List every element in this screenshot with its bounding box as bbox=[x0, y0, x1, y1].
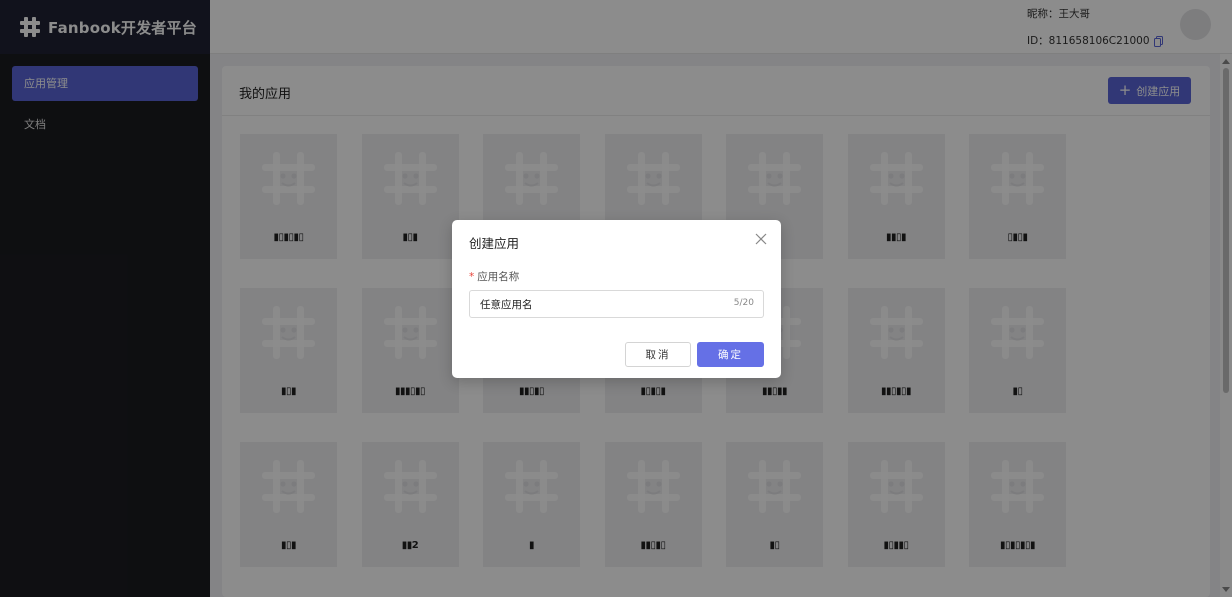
close-icon[interactable] bbox=[753, 231, 769, 247]
app-name-input[interactable]: 任意应用名 5/20 bbox=[469, 290, 764, 318]
dialog-title: 创建应用 bbox=[469, 236, 520, 251]
create-app-dialog: 创建应用 * 应用名称 任意应用名 5/20 取消 确定 bbox=[452, 220, 781, 378]
app-name-input-value: 任意应用名 bbox=[480, 299, 533, 311]
char-count: 5/20 bbox=[733, 298, 754, 308]
required-mark: * bbox=[469, 271, 475, 283]
confirm-button[interactable]: 确定 bbox=[697, 342, 764, 367]
app-name-label: * 应用名称 bbox=[469, 271, 520, 283]
cancel-button[interactable]: 取消 bbox=[625, 342, 691, 367]
